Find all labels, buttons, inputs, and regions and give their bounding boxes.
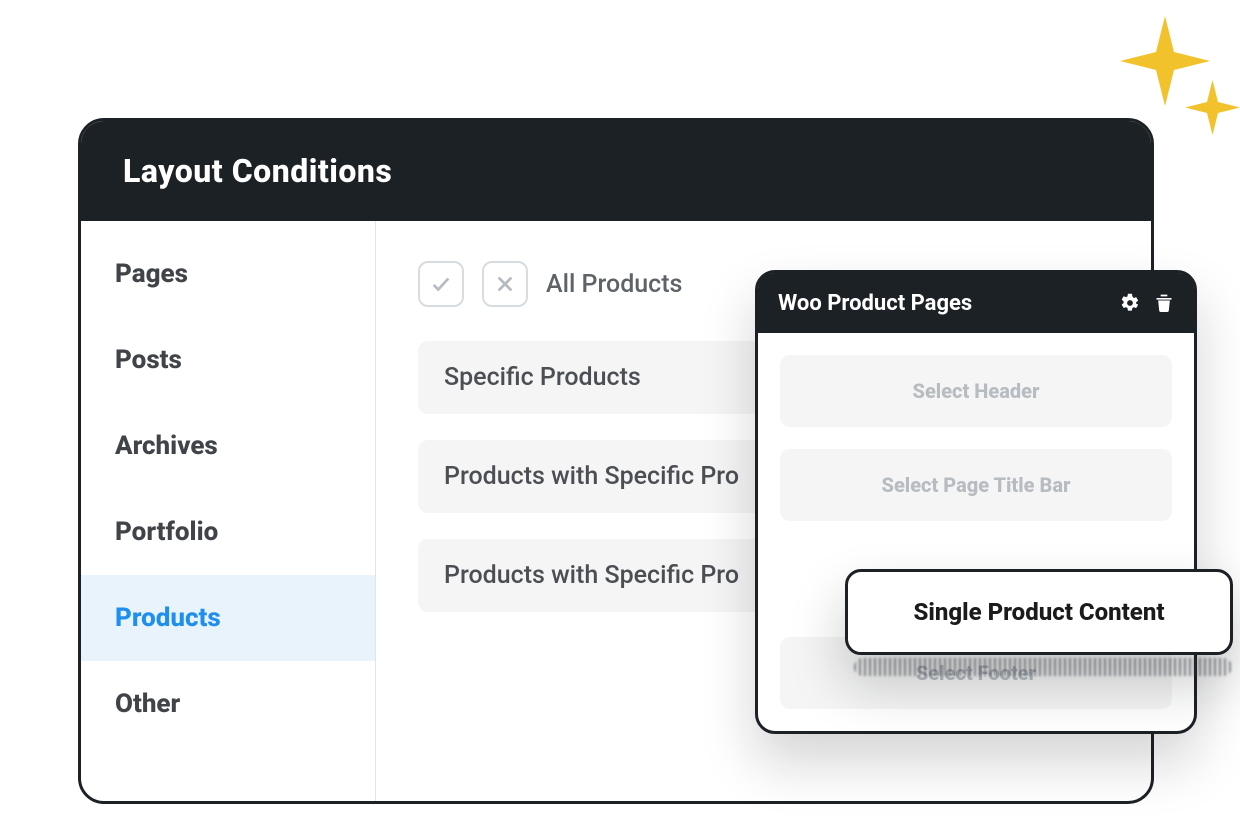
close-icon	[494, 273, 516, 295]
slot-page-title-bar[interactable]: Select Page Title Bar	[780, 449, 1172, 521]
sparkle-icon	[1185, 80, 1240, 135]
accept-button[interactable]	[418, 261, 464, 307]
gear-icon	[1120, 293, 1140, 313]
panel-header: Layout Conditions	[81, 121, 1151, 221]
sidebar-item-other[interactable]: Other	[81, 661, 375, 747]
card-header: Woo Product Pages	[758, 273, 1194, 333]
sidebar: Pages Posts Archives Portfolio Products …	[81, 221, 376, 801]
sidebar-item-products[interactable]: Products	[81, 575, 375, 661]
sidebar-item-pages[interactable]: Pages	[81, 231, 375, 317]
card-title: Woo Product Pages	[778, 291, 972, 316]
sidebar-item-portfolio[interactable]: Portfolio	[81, 489, 375, 575]
trash-icon	[1154, 293, 1174, 313]
settings-button[interactable]	[1120, 293, 1140, 313]
delete-button[interactable]	[1154, 293, 1174, 313]
sidebar-item-posts[interactable]: Posts	[81, 317, 375, 403]
reject-button[interactable]	[482, 261, 528, 307]
check-icon	[430, 273, 452, 295]
single-product-content-callout[interactable]: Single Product Content	[845, 569, 1233, 655]
slot-header[interactable]: Select Header	[780, 355, 1172, 427]
all-products-label: All Products	[546, 270, 682, 299]
sidebar-item-archives[interactable]: Archives	[81, 403, 375, 489]
callout-shadow	[854, 658, 1232, 676]
panel-title: Layout Conditions	[123, 152, 392, 190]
